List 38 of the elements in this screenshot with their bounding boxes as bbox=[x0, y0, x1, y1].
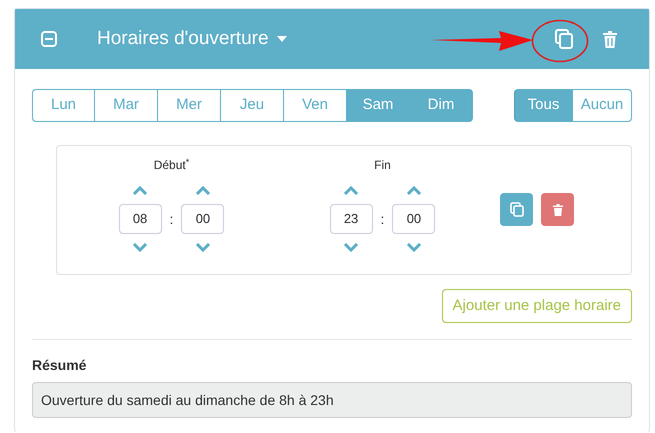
time-label: Fin bbox=[374, 157, 391, 174]
title-dropdown[interactable]: Horaires d'ouverture bbox=[97, 24, 287, 54]
trash-icon bbox=[552, 204, 562, 216]
hours-field[interactable]: 08 bbox=[118, 204, 162, 234]
time-separator: : bbox=[380, 210, 386, 228]
delete-button[interactable] bbox=[541, 193, 574, 226]
minutes-field[interactable]: 00 bbox=[392, 204, 436, 234]
day-toggle[interactable]: Sam bbox=[347, 89, 410, 122]
add-time-slot-button[interactable]: Ajouter une plage horaire bbox=[442, 289, 632, 323]
day-toggle[interactable]: Dim bbox=[410, 89, 473, 122]
minutes-field[interactable]: 00 bbox=[181, 204, 224, 234]
chevron-down-icon[interactable] bbox=[344, 243, 358, 252]
time-label: Début$^{*}$ bbox=[154, 156, 190, 174]
trash-icon[interactable] bbox=[603, 30, 617, 48]
chevron-up-icon[interactable] bbox=[133, 186, 148, 195]
summary-label: Résumé bbox=[32, 356, 88, 375]
chevron-up-icon[interactable] bbox=[344, 186, 358, 195]
copy-icon bbox=[510, 202, 524, 217]
day-toggle[interactable]: Mar bbox=[95, 89, 158, 122]
circle-annotation bbox=[531, 19, 589, 63]
chevron-up-icon[interactable] bbox=[196, 186, 210, 195]
chevron-down-icon[interactable] bbox=[196, 243, 210, 252]
collapse-icon[interactable] bbox=[41, 31, 57, 47]
chevron-down-icon[interactable] bbox=[133, 243, 148, 252]
summary-field: Ouverture du samedi au dimanche de 8h à 23h bbox=[32, 382, 632, 418]
copy-icon[interactable] bbox=[555, 29, 573, 49]
day-toggle[interactable]: Lun bbox=[32, 89, 95, 122]
chevron-down-icon[interactable] bbox=[406, 243, 421, 252]
day-toggle[interactable]: Ven bbox=[284, 89, 347, 122]
duplicate-button[interactable] bbox=[500, 193, 533, 226]
select-toggle[interactable]: Aucun bbox=[573, 89, 632, 122]
chevron-up-icon[interactable] bbox=[406, 186, 421, 195]
select-toggle[interactable]: Tous bbox=[514, 89, 573, 122]
day-toggle[interactable]: Jeu bbox=[221, 89, 284, 122]
caret-icon bbox=[276, 36, 287, 42]
day-toggle[interactable]: Mer bbox=[158, 89, 221, 122]
hours-field[interactable]: 23 bbox=[330, 204, 373, 234]
time-separator: : bbox=[168, 210, 174, 228]
